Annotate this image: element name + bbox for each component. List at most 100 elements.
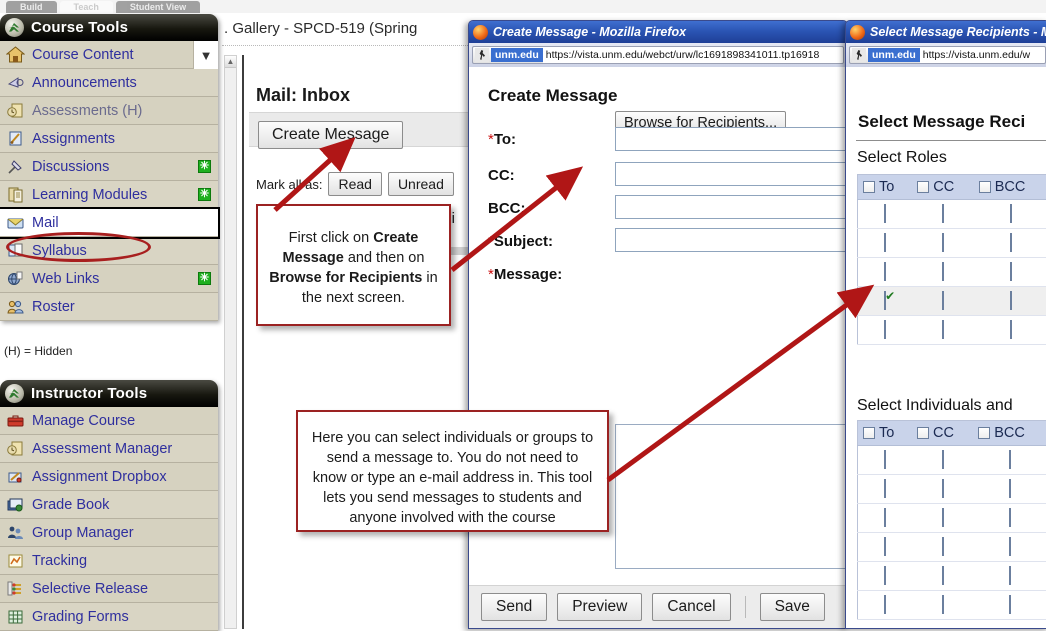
create-message-button[interactable]: Create Message [258,121,403,149]
collapse-chevrons-icon[interactable] [5,18,24,37]
to-checkbox[interactable] [884,320,886,339]
sidebar-item-assignments[interactable]: Assignments [0,125,218,153]
sidebar-item-announcements[interactable]: Announcements [0,69,218,97]
send-button[interactable]: Send [481,593,547,621]
content-scrollbar[interactable]: ▲ [224,55,237,629]
bcc-checkbox[interactable] [1010,233,1012,252]
select-all-to-checkbox[interactable] [863,181,875,193]
sidebar-item-grading-forms[interactable]: Grading Forms [0,603,218,631]
to-checkbox[interactable] [884,508,886,527]
mark-unread-button[interactable]: Unread [388,172,454,196]
bcc-checkbox[interactable] [1010,320,1012,339]
table-row[interactable]: L [858,591,1046,620]
bcc-checkbox[interactable] [1010,262,1012,281]
course-tools-header[interactable]: Course Tools [0,14,218,41]
select-all-bcc-checkbox[interactable] [979,181,991,193]
to-field[interactable] [615,127,847,151]
cc-field[interactable] [615,162,847,186]
collapse-chevrons-icon[interactable] [5,384,24,403]
table-row[interactable]: A [858,258,1046,287]
sidebar-item-group-manager[interactable]: Group Manager [0,519,218,547]
subject-field[interactable] [615,228,847,252]
select-all-to-checkbox[interactable] [863,427,875,439]
table-row[interactable]: A [858,287,1046,316]
bcc-checkbox[interactable] [1010,204,1012,223]
sidebar-item-mail[interactable]: Mail [0,209,218,237]
select-all-bcc-checkbox[interactable] [978,427,990,439]
cc-checkbox[interactable] [942,291,944,310]
site-identity-box[interactable]: unm.edu [849,46,920,64]
select-recipients-window[interactable]: Select Message Recipients - M unm.edu ht… [845,20,1046,629]
cc-checkbox[interactable] [942,566,944,585]
sidebar-item-manage-course[interactable]: Manage Course [0,407,218,435]
sidebar-item-learning-modules[interactable]: Learning Modules ✳ [0,181,218,209]
preview-button[interactable]: Preview [557,593,642,621]
sidebar-item-assignment-dropbox[interactable]: Assignment Dropbox [0,463,218,491]
cc-checkbox[interactable] [942,508,944,527]
sidebar-item-syllabus[interactable]: Syllabus [0,237,218,265]
bcc-checkbox[interactable] [1010,291,1012,310]
sidebar-item-course-content[interactable]: Course Content ▼ [0,41,218,69]
cc-checkbox[interactable] [942,233,944,252]
sidebar-item-web-links[interactable]: Web Links ✳ [0,265,218,293]
bcc-checkbox[interactable] [1009,479,1011,498]
cc-checkbox[interactable] [942,537,944,556]
select-all-cc-checkbox[interactable] [917,427,929,439]
create-message-window[interactable]: Create Message - Mozilla Firefox unm.edu… [468,20,848,629]
cc-checkbox[interactable] [942,320,944,339]
to-checkbox[interactable] [884,450,886,469]
table-row[interactable]: C [858,446,1046,475]
cc-checkbox[interactable] [942,262,944,281]
url-bar[interactable]: https://vista.unm.edu/webct/urw/lc169189… [543,46,844,64]
cc-checkbox[interactable] [942,479,944,498]
to-checkbox[interactable] [884,262,886,281]
to-checkbox[interactable] [884,566,886,585]
sidebar-item-roster[interactable]: Roster [0,293,218,321]
to-checkbox[interactable] [884,204,886,223]
bcc-checkbox[interactable] [1009,595,1011,614]
to-checkbox[interactable] [884,537,886,556]
mark-read-button[interactable]: Read [328,172,381,196]
sidebar-item-selective-release[interactable]: Selective Release [0,575,218,603]
sidebar-item-assessment-manager[interactable]: Assessment Manager [0,435,218,463]
cancel-button[interactable]: Cancel [652,593,730,621]
cc-checkbox[interactable] [942,450,944,469]
table-row[interactable]: E [858,562,1046,591]
cc-checkbox[interactable] [942,595,944,614]
sidebar-item-grade-book[interactable]: Grade Book [0,491,218,519]
instructor-tools-header[interactable]: Instructor Tools [0,380,218,407]
table-row[interactable]: C [858,475,1046,504]
select-all-cc-checkbox[interactable] [917,181,929,193]
chevron-down-icon[interactable]: ▼ [193,41,218,69]
bcc-checkbox[interactable] [1009,537,1011,556]
sidebar-item-tracking[interactable]: Tracking [0,547,218,575]
cell-bcc [973,591,1046,620]
tab-student-view[interactable]: Student View [116,1,200,13]
message-textarea[interactable] [615,424,847,569]
save-button[interactable]: Save [760,593,825,621]
sidebar-item-assessments[interactable]: Assessments (H) [0,97,218,125]
sidebar-item-discussions[interactable]: Discussions ✳ [0,153,218,181]
window-titlebar[interactable]: Select Message Recipients - M [846,21,1046,43]
to-checkbox[interactable] [884,291,886,310]
tab-teach[interactable]: Teach [60,1,113,13]
window-titlebar[interactable]: Create Message - Mozilla Firefox [469,21,847,43]
bcc-checkbox[interactable] [1009,450,1011,469]
table-row[interactable]: A [858,229,1046,258]
scroll-up-arrow-icon[interactable]: ▲ [225,56,236,68]
bcc-field[interactable] [615,195,847,219]
table-row[interactable]: A [858,316,1046,345]
heading-rule [856,140,1046,141]
site-identity-box[interactable]: unm.edu [472,46,543,64]
table-row[interactable]: E [858,533,1046,562]
bcc-checkbox[interactable] [1009,508,1011,527]
to-checkbox[interactable] [884,595,886,614]
tab-build[interactable]: Build [6,1,57,13]
table-row[interactable]: A [858,200,1046,229]
to-checkbox[interactable] [884,233,886,252]
url-bar[interactable]: https://vista.unm.edu/w [920,46,1046,64]
cc-checkbox[interactable] [942,204,944,223]
to-checkbox[interactable] [884,479,886,498]
table-row[interactable]: E [858,504,1046,533]
bcc-checkbox[interactable] [1009,566,1011,585]
